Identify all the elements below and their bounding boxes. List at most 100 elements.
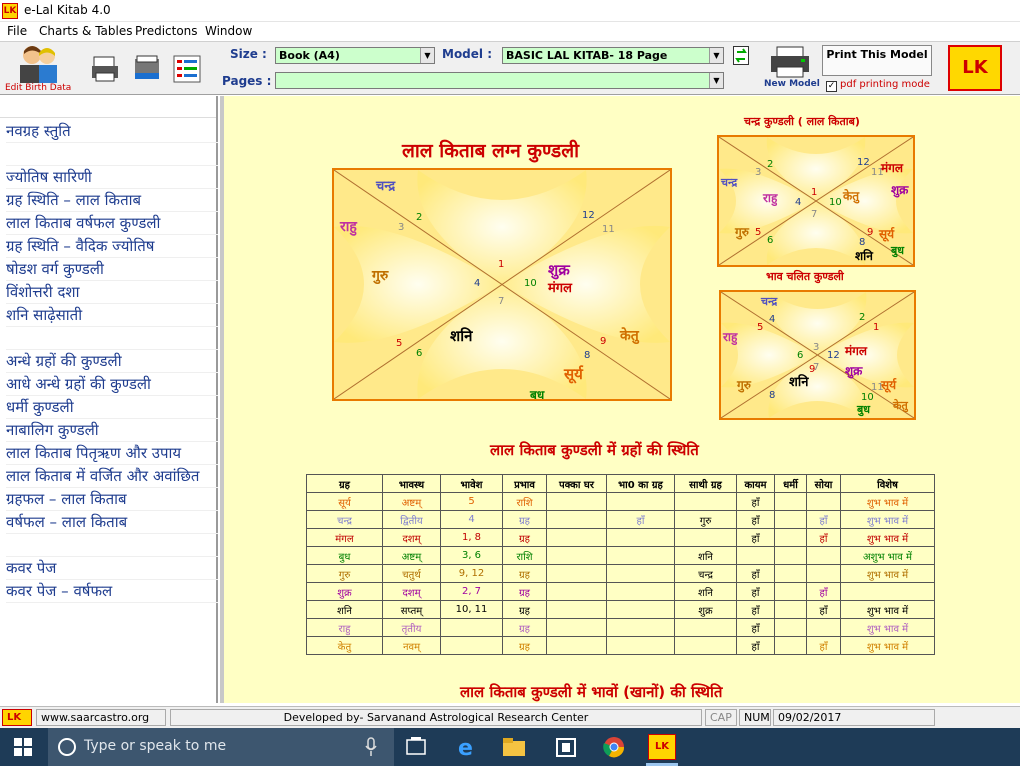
sidebar-item-andhe-grah[interactable]: अन्धे ग्रहों की कुण्डली bbox=[6, 350, 218, 373]
planet-shani: शनि bbox=[789, 375, 809, 390]
table-cell bbox=[546, 528, 607, 547]
task-view-icon[interactable] bbox=[402, 734, 430, 760]
table-header-cell: सोया bbox=[806, 474, 841, 493]
table-cell: हाँ bbox=[736, 582, 775, 601]
table-cell: 3, 6 bbox=[440, 546, 503, 565]
house-number: 7 bbox=[811, 209, 818, 220]
table-header-cell: साथी ग्रह bbox=[674, 474, 737, 493]
refresh-icon bbox=[735, 48, 747, 63]
sidebar-item-varjit[interactable]: लाल किताब में वर्जित और अवांछित bbox=[6, 465, 218, 488]
print-setup-button[interactable] bbox=[130, 52, 162, 84]
sidebar-item-varshphal-kundli[interactable]: लाल किताब वर्षफल कुण्डली bbox=[6, 212, 218, 235]
house-number: 8 bbox=[769, 390, 776, 401]
menu-window[interactable]: Window bbox=[205, 24, 252, 38]
list-settings-button[interactable] bbox=[170, 52, 202, 84]
store-icon[interactable] bbox=[552, 734, 580, 760]
table-cell: हाँ bbox=[606, 510, 675, 529]
table-row: चन्द्र द्वितीय 4 ग्रह हाँ गुरु हाँ हाँ शुभ भाव म… bbox=[306, 510, 935, 529]
table-header-row: ग्रह भावस्थ भावेश प्रभाव पक्का घर भा0 का ग्रह… bbox=[306, 474, 935, 493]
house-number: 5 bbox=[755, 227, 762, 238]
table-cell: हाँ bbox=[736, 618, 775, 637]
chrome-icon[interactable] bbox=[600, 734, 628, 760]
pdf-printing-mode-checkbox[interactable]: ✓ pdf printing mode bbox=[826, 79, 930, 92]
table-cell: ग्रह bbox=[502, 510, 547, 529]
house-number: 10 bbox=[861, 392, 874, 403]
table-cell: चतुर्थ bbox=[382, 564, 441, 583]
table-cell: अष्टम् bbox=[382, 546, 441, 565]
table-cell: हाँ bbox=[736, 528, 775, 547]
house-number: 6 bbox=[416, 348, 423, 359]
planet-guru: गुरु bbox=[737, 378, 751, 392]
sidebar-item-shani-sadesati[interactable]: शनि साढ़ेसाती bbox=[6, 304, 218, 327]
table-cell: ग्रह bbox=[502, 618, 547, 637]
new-model-label: New Model bbox=[764, 79, 820, 89]
pages-select[interactable]: ▼ bbox=[275, 72, 724, 89]
sidebar-item-shodash-varg[interactable]: षोडश वर्ग कुण्डली bbox=[6, 258, 218, 281]
menu-predictons[interactable]: Predictons bbox=[135, 24, 198, 38]
file-explorer-icon[interactable] bbox=[500, 734, 528, 760]
printer-icon bbox=[92, 56, 118, 82]
menu-charts-tables[interactable]: Charts & Tables bbox=[39, 24, 133, 38]
edge-browser-icon[interactable]: e bbox=[454, 734, 482, 760]
toolbar: Edit Birth Data Size : Book (A4) ▼ Model… bbox=[0, 41, 1020, 95]
table-cell: शुभ भाव में bbox=[840, 492, 935, 511]
sidebar-item-grah-sthiti-vedic[interactable]: ग्रह स्थिति – वैदिक ज्योतिष bbox=[6, 235, 218, 258]
table-cell bbox=[774, 564, 807, 583]
house-number: 8 bbox=[859, 237, 866, 248]
sidebar-item-cover-page[interactable]: कवर पेज bbox=[6, 557, 218, 580]
house-number: 1 bbox=[811, 187, 818, 198]
menu-file[interactable]: File bbox=[7, 24, 27, 38]
table-header-cell: प्रभाव bbox=[502, 474, 547, 493]
table-header-cell: विशेष bbox=[840, 474, 935, 493]
microphone-icon[interactable] bbox=[364, 737, 378, 757]
sidebar-item-jyotish-sarini[interactable]: ज्योतिष सारिणी bbox=[6, 166, 218, 189]
sidebar-item-grah-sthiti-lal-kitab[interactable]: ग्रह स्थिति – लाल किताब bbox=[6, 189, 218, 212]
sidebar-item-adhe-andhe-grah[interactable]: आधे अन्धे ग्रहों की कुण्डली bbox=[6, 373, 218, 396]
windows-start-icon[interactable] bbox=[14, 738, 32, 756]
size-label: Size : bbox=[230, 47, 267, 61]
table-cell bbox=[606, 546, 675, 565]
people-icon bbox=[20, 46, 57, 83]
sidebar-item-pitra-rin[interactable]: लाल किताब पितृऋण और उपाय bbox=[6, 442, 218, 465]
chevron-down-icon[interactable]: ▼ bbox=[420, 48, 434, 63]
house-number: 2 bbox=[859, 312, 866, 323]
chevron-down-icon[interactable]: ▼ bbox=[709, 48, 723, 63]
lk-logo: LK bbox=[948, 45, 1002, 91]
taskbar-search-box[interactable]: Type or speak to me bbox=[48, 728, 394, 766]
sidebar-item-blank bbox=[6, 143, 218, 166]
table-cell bbox=[606, 636, 675, 655]
refresh-button[interactable] bbox=[733, 46, 749, 65]
sidebar-item-navgrah-stuti[interactable]: नवग्रह स्तुति bbox=[6, 120, 218, 143]
size-select[interactable]: Book (A4) ▼ bbox=[275, 47, 435, 64]
model-select[interactable]: BASIC LAL KITAB- 18 Page ▼ bbox=[502, 47, 724, 64]
table-cell: 5 bbox=[440, 492, 503, 511]
table-header-cell: पक्का घर bbox=[546, 474, 607, 493]
table-cell bbox=[806, 546, 841, 565]
sidebar-item-dharmi-kundli[interactable]: धर्मी कुण्डली bbox=[6, 396, 218, 419]
chevron-down-icon[interactable]: ▼ bbox=[709, 73, 723, 88]
status-caps: CAP bbox=[705, 709, 737, 726]
table-cell bbox=[546, 618, 607, 637]
house-number: 1 bbox=[873, 322, 880, 333]
sidebar-item-nabalig-kundli[interactable]: नाबालिग कुण्डली bbox=[6, 419, 218, 442]
sidebar-item-varshphal[interactable]: वर्षफल – लाल किताब bbox=[6, 511, 218, 534]
table-header-cell: ग्रह bbox=[306, 474, 383, 493]
print-this-model-button[interactable]: Print This Model bbox=[822, 45, 932, 76]
planet-rahu: राहु bbox=[340, 219, 357, 235]
edit-birth-data-button[interactable]: Edit Birth Data bbox=[1, 42, 85, 94]
planet-budh: बुध bbox=[857, 403, 871, 416]
lal-kitab-taskbar-icon[interactable]: LK bbox=[648, 734, 676, 760]
print-preview-button[interactable] bbox=[88, 52, 120, 84]
table-cell bbox=[546, 546, 607, 565]
new-model-button[interactable] bbox=[764, 44, 816, 78]
sidebar-item-vimshottari-dasha[interactable]: विंशोत्तरी दशा bbox=[6, 281, 218, 304]
sidebar-item-grahphal[interactable]: ग्रहफल – लाल किताब bbox=[6, 488, 218, 511]
table-cell: राशि bbox=[502, 492, 547, 511]
app-icon: LK bbox=[2, 3, 18, 19]
title-bar: LK e-Lal Kitab 4.0 bbox=[0, 0, 1020, 22]
house-number: 2 bbox=[416, 212, 423, 223]
table-cell bbox=[774, 600, 807, 619]
table-cell: शुभ भाव में bbox=[840, 528, 935, 547]
sidebar-item-cover-page-varshphal[interactable]: कवर पेज – वर्षफल bbox=[6, 580, 218, 603]
checkbox-check-icon[interactable]: ✓ bbox=[826, 81, 837, 92]
